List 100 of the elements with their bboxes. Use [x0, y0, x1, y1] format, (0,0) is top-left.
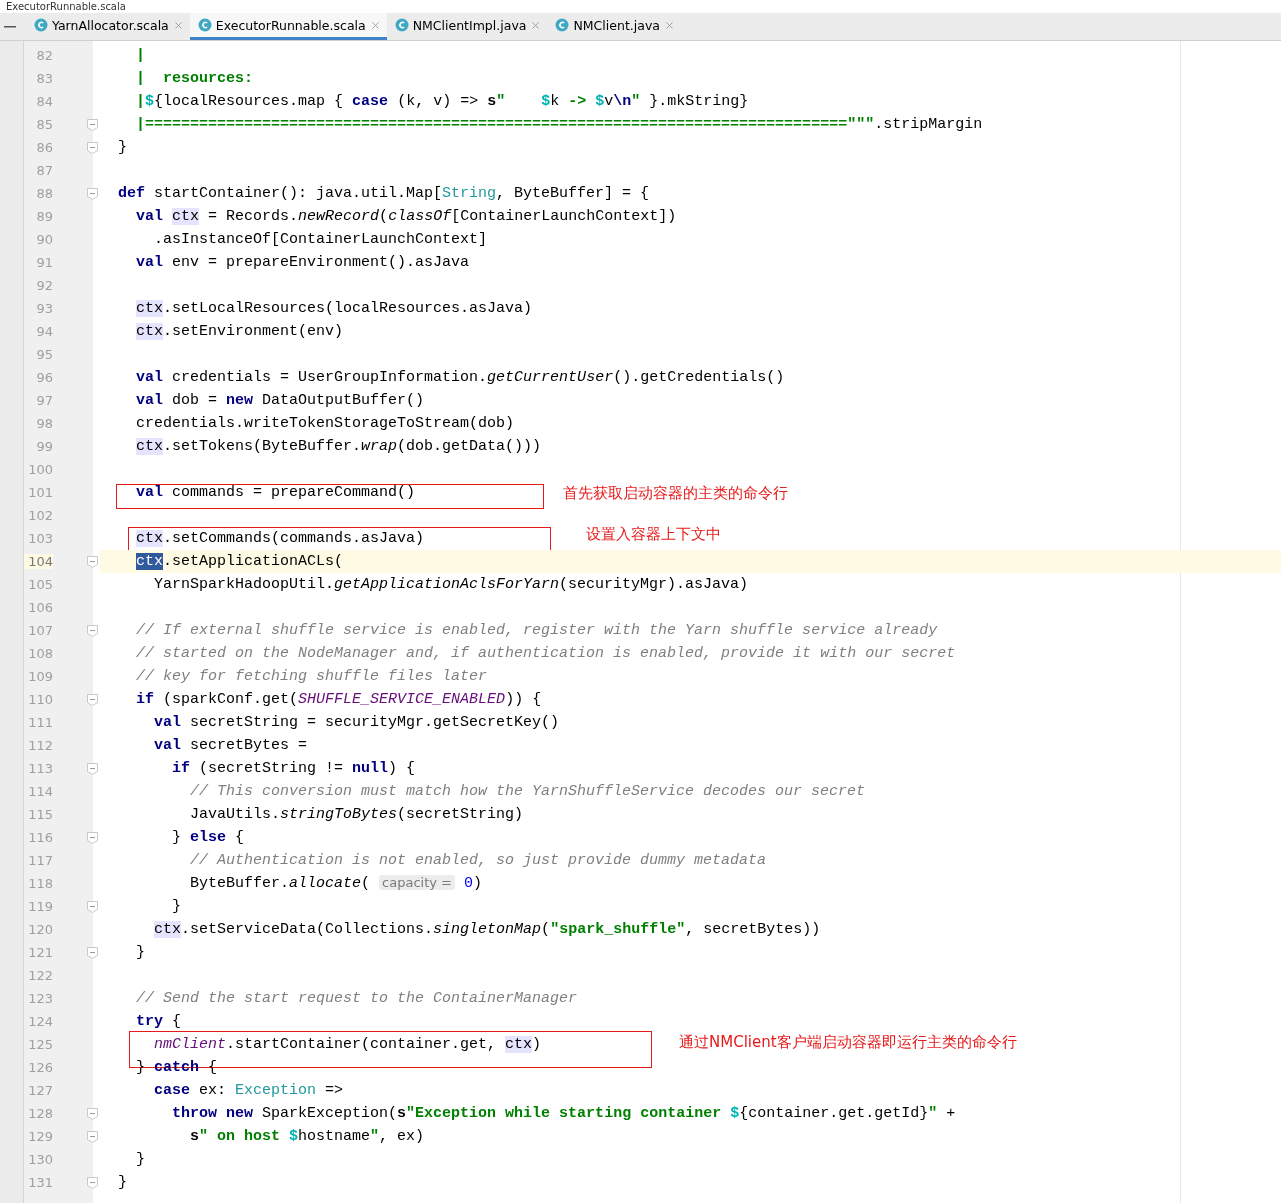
- close-icon[interactable]: [172, 19, 184, 31]
- close-icon[interactable]: [530, 19, 542, 31]
- line-number: 125: [27, 1037, 53, 1052]
- close-icon[interactable]: [369, 19, 381, 31]
- line-number: 123: [27, 991, 53, 1006]
- code-line: ctx.setTokens(ByteBuffer.wrap(dob.getData())): [135, 438, 542, 455]
- line-number: 91: [35, 255, 53, 270]
- code-line: // key for fetching shuffle files later: [135, 668, 488, 685]
- line-number: 104: [24, 554, 53, 569]
- line-number: 122: [27, 968, 53, 983]
- line-number: 100: [27, 462, 53, 477]
- code-line: // Send the start request to the ContainerManager: [135, 990, 578, 1007]
- window-title: ExecutorRunnable.scala: [6, 1, 126, 13]
- line-number: 128: [27, 1106, 53, 1121]
- editor-tab[interactable]: ExecutorRunnable.scala: [189, 13, 387, 40]
- line-number: 117: [27, 853, 53, 868]
- line-number: 124: [27, 1014, 53, 1029]
- code-line: // This conversion must match how the YarnShuffleService decodes our secret: [189, 783, 866, 800]
- code-line: ctx.setEnvironment(env): [135, 323, 344, 340]
- line-number: 87: [35, 163, 53, 178]
- line-number: 118: [27, 876, 53, 891]
- code-line: |${localResources.map { case (k, v) => s" $k -> $v\n" }.mkString}: [135, 93, 749, 110]
- code-line: def startContainer(): java.util.Map[String, ByteBuffer] = {: [118, 185, 650, 202]
- code-line: }: [118, 1174, 127, 1191]
- line-number: 127: [27, 1083, 53, 1098]
- line-number: 98: [35, 416, 53, 431]
- line-number: 113: [27, 761, 53, 776]
- annotation-note: 首先获取启动容器的主类的命令行: [563, 484, 788, 503]
- class-file-icon: [197, 18, 212, 32]
- code-line: nmClient.startContainer(container.get, ctx): [153, 1036, 542, 1053]
- code-line: // Authentication is not enabled, so just provide dummy metadata: [189, 852, 767, 869]
- code-line: val commands = prepareCommand(): [135, 484, 416, 501]
- code-line: val ctx = Records.newRecord(classOf[ContainerLaunchContext]): [135, 208, 677, 225]
- fold-icon[interactable]: [87, 831, 98, 844]
- code-line: // If external shuffle service is enabled, register with the Yarn shuffle service already: [135, 622, 938, 639]
- code-line: try {: [135, 1013, 182, 1030]
- code-line: ctx.setLocalResources(localResources.asJava): [135, 300, 533, 317]
- line-number: 119: [27, 899, 53, 914]
- class-file-icon: [34, 18, 48, 32]
- code-line: if (sparkConf.get(SHUFFLE_SERVICE_ENABLED)) {: [135, 691, 542, 708]
- line-number: 121: [27, 945, 53, 960]
- code-line: val credentials = UserGroupInformation.getCurrentUser().getCredentials(): [135, 369, 785, 386]
- fold-icon[interactable]: [87, 118, 98, 131]
- code-line: }: [135, 1151, 146, 1168]
- class-file-icon: [555, 18, 570, 32]
- line-number: 102: [27, 508, 53, 523]
- line-number: 105: [27, 577, 53, 592]
- line-number: 120: [27, 922, 53, 937]
- fold-icon[interactable]: [87, 187, 98, 200]
- fold-icon[interactable]: [87, 141, 98, 154]
- code-line: |==============================================================================""".stripMargin: [135, 116, 983, 133]
- code-line: if (secretString != null) {: [171, 760, 416, 777]
- code-line: }: [118, 139, 127, 156]
- line-number: 110: [27, 692, 53, 707]
- line-number: 96: [35, 370, 53, 385]
- code-line: s" on host $hostname", ex): [189, 1128, 425, 1145]
- code-line: YarnSparkHadoopUtil.getApplicationAclsForYarn(securityMgr).asJava): [153, 576, 749, 593]
- code-line: ctx.setCommands(commands.asJava): [135, 530, 425, 547]
- code-line: | resources:: [135, 70, 254, 87]
- code-line: }: [135, 944, 146, 961]
- code-line: ctx.setApplicationACLs(: [135, 553, 344, 570]
- line-number: 101: [27, 485, 53, 500]
- line-number: 85: [35, 117, 53, 132]
- class-file-icon: [394, 18, 409, 32]
- fold-icon[interactable]: [87, 693, 98, 706]
- line-number: 93: [35, 301, 53, 316]
- code-line: JavaUtils.stringToBytes(secretString): [189, 806, 524, 823]
- line-number: 90: [35, 232, 53, 247]
- fold-icon[interactable]: [87, 1130, 98, 1143]
- line-number: 106: [27, 600, 53, 615]
- code-line: } else {: [171, 829, 245, 846]
- line-number: 86: [35, 140, 53, 155]
- line-number: 115: [27, 807, 53, 822]
- line-number: 126: [27, 1060, 53, 1075]
- line-number: 88: [35, 186, 53, 201]
- line-number: 95: [35, 347, 53, 362]
- line-number: 83: [35, 71, 53, 86]
- code-line: throw new SparkException(s"Exception while starting container ${container.get.getId}" +: [171, 1105, 956, 1122]
- fold-icon[interactable]: [87, 946, 98, 959]
- line-number: 109: [27, 669, 53, 684]
- fold-icon[interactable]: [87, 762, 98, 775]
- code-line: }: [171, 898, 182, 915]
- fold-icon[interactable]: [87, 624, 98, 637]
- close-icon[interactable]: [663, 19, 675, 31]
- line-number: 108: [27, 646, 53, 661]
- code-line: |: [135, 47, 146, 64]
- line-number: 94: [35, 324, 53, 339]
- fold-icon[interactable]: [87, 555, 98, 568]
- line-number: 82: [35, 48, 53, 63]
- annotation-note: 通过NMClient客户端启动容器即运行主类的命令行: [679, 1033, 1017, 1052]
- code-line: ByteBuffer.allocate( capacity = 0): [189, 875, 483, 892]
- annotation-note: 设置入容器上下文中: [586, 525, 721, 544]
- code-line: val secretString = securityMgr.getSecretKey(): [153, 714, 560, 731]
- fold-icon[interactable]: [87, 1176, 98, 1189]
- code-line: ctx.setServiceData(Collections.singletonMap("spark_shuffle", secretBytes)): [153, 921, 821, 938]
- line-number: 89: [35, 209, 53, 224]
- fold-icon[interactable]: [87, 900, 98, 913]
- code-line: val env = prepareEnvironment().asJava: [135, 254, 470, 271]
- code-line: // started on the NodeManager and, if authentication is enabled, provide it with our secret: [135, 645, 956, 662]
- fold-icon[interactable]: [87, 1107, 98, 1120]
